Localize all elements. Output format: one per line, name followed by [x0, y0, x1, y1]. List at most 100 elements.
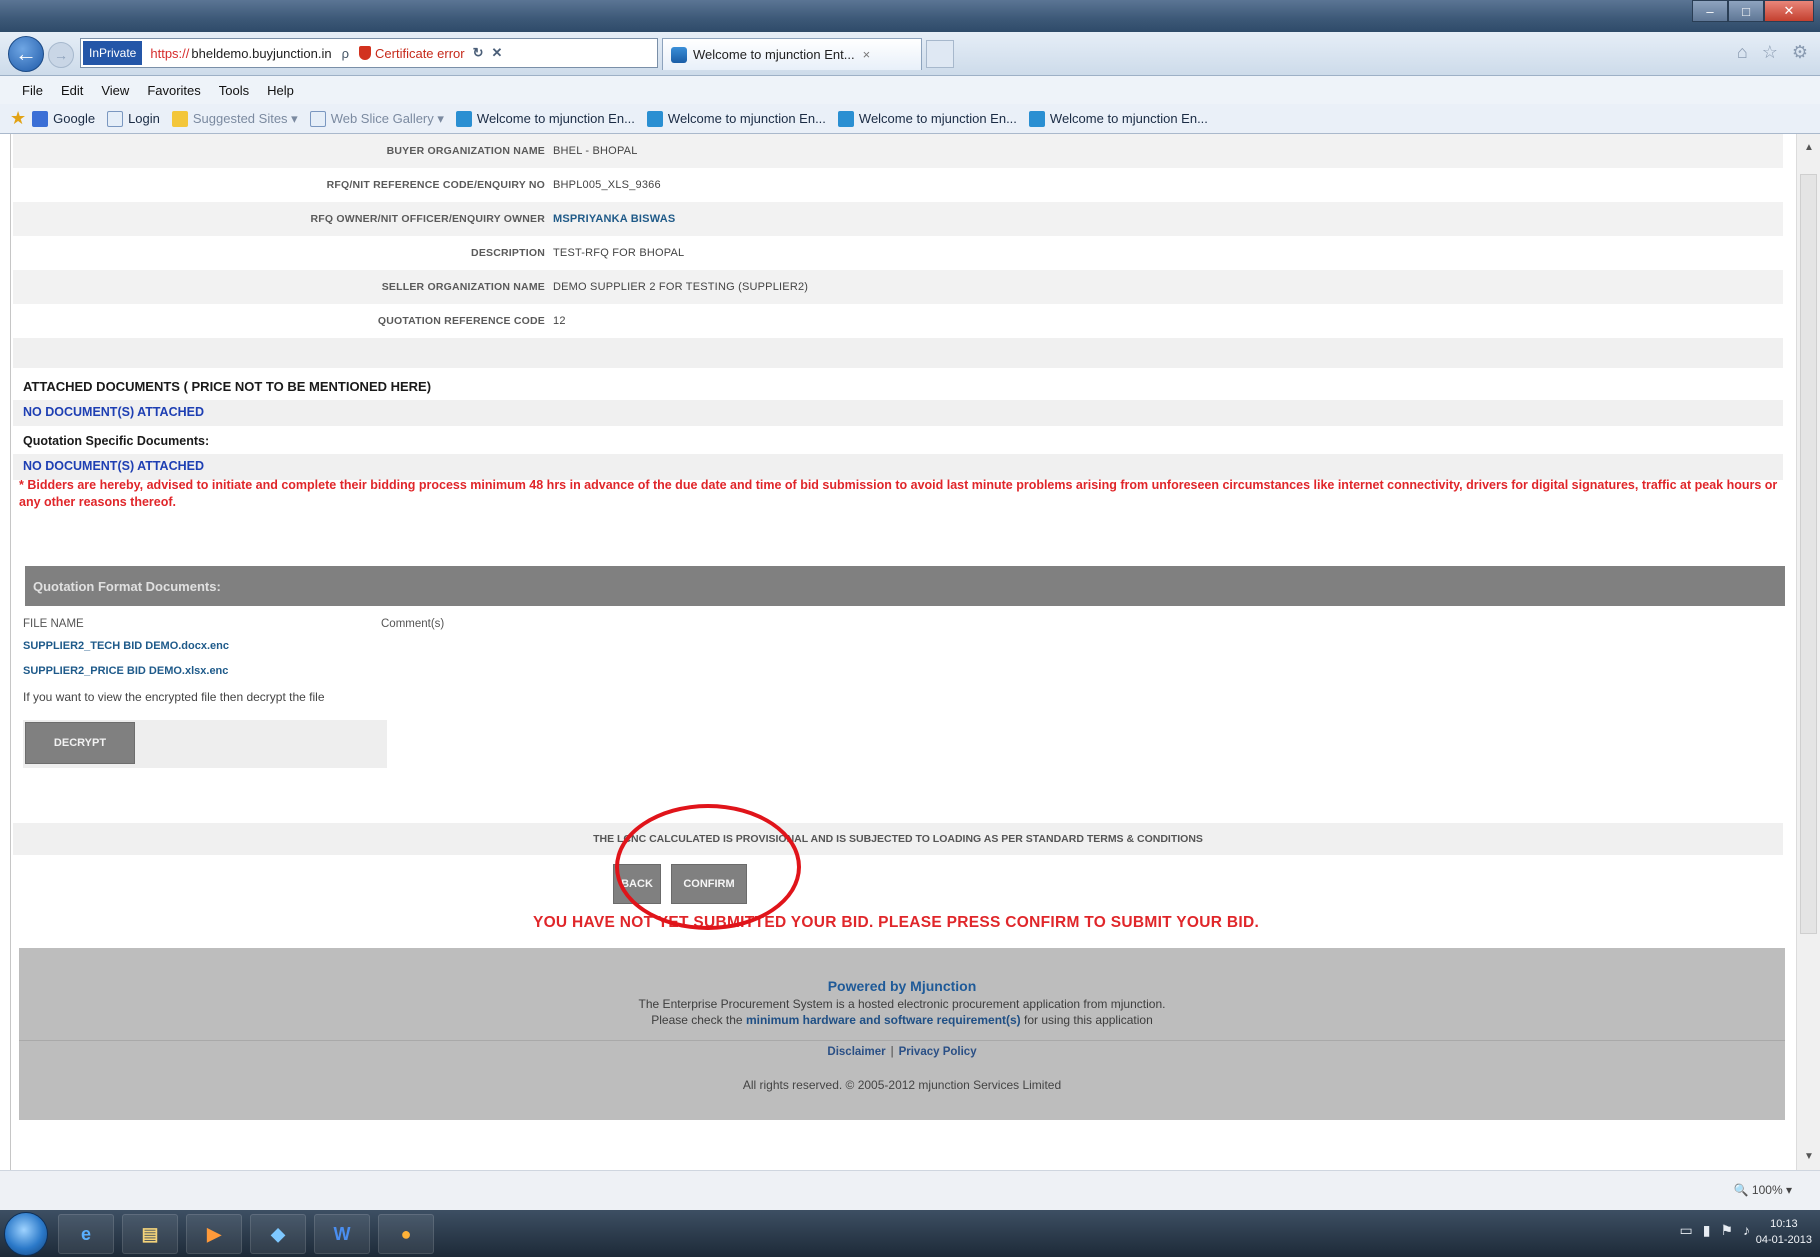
detail-label: DESCRIPTION	[471, 247, 545, 259]
fav-google[interactable]: Google	[32, 110, 96, 127]
detail-value: BHEL - BHOPAL	[553, 145, 638, 157]
app-icon[interactable]: ●	[378, 1214, 434, 1254]
tab-close-icon[interactable]: ×	[863, 47, 871, 62]
detail-value: 12	[553, 315, 566, 327]
flag-icon[interactable]: ⚑	[1720, 1222, 1733, 1239]
decrypt-hint: If you want to view the encrypted file t…	[23, 690, 325, 704]
zoom-level[interactable]: 🔍 100% ▾	[1734, 1183, 1792, 1197]
close-button[interactable]: ✕	[1764, 0, 1814, 22]
decrypt-button[interactable]: DECRYPT	[25, 722, 135, 764]
fav-label: Suggested Sites ▾	[192, 110, 298, 126]
no-documents-attached: NO DOCUMENT(S) ATTACHED	[23, 405, 204, 419]
menu-file[interactable]: File	[22, 83, 43, 98]
forward-arrow-icon[interactable]: →	[48, 42, 74, 68]
menu-edit[interactable]: Edit	[61, 83, 83, 98]
scroll-thumb[interactable]	[1800, 174, 1817, 934]
windows-icon[interactable]: ◆	[250, 1214, 306, 1254]
menu-help[interactable]: Help	[267, 83, 294, 98]
favorites-star-icon[interactable]: ☆	[1762, 42, 1778, 63]
stop-icon[interactable]: ✕	[492, 45, 503, 61]
maximize-button[interactable]: □	[1728, 0, 1764, 22]
minimize-button[interactable]: –	[1692, 0, 1728, 22]
ie-favicon-icon	[671, 46, 687, 63]
home-icon[interactable]: ⌂	[1737, 42, 1748, 63]
link-separator: |	[890, 1046, 894, 1058]
tab-title: Welcome to mjunction Ent...	[693, 47, 855, 62]
suggested-sites-icon	[171, 110, 188, 127]
search-icon[interactable]: ρ	[342, 46, 349, 61]
quotation-format-documents-header: Quotation Format Documents:	[25, 566, 1785, 606]
footer-divider	[19, 1040, 1785, 1041]
file-name-column-header: FILE NAME	[23, 618, 84, 630]
lcnc-notice: THE LCNC CALCULATED IS PROVISIONAL AND I…	[13, 823, 1783, 855]
new-tab-button[interactable]	[926, 40, 954, 68]
file-link-tech-bid[interactable]: SUPPLIER2_TECH BID DEMO.docx.enc	[23, 640, 229, 652]
mjunction-icon	[455, 110, 472, 127]
quotation-specific-documents: Quotation Specific Documents:	[23, 434, 210, 448]
battery-icon[interactable]: ▭	[1679, 1222, 1692, 1239]
menu-favorites[interactable]: Favorites	[147, 83, 200, 98]
fav-label: Google	[53, 111, 96, 126]
address-bar[interactable]: InPrivate https:// bheldemo.buyjunction.…	[80, 38, 658, 68]
start-button[interactable]	[4, 1212, 48, 1256]
navigation-bar: ← → InPrivate https:// bheldemo.buyjunct…	[0, 32, 1820, 76]
detail-value: BHPL005_XLS_9366	[553, 179, 661, 191]
req-prefix: Please check the	[651, 1013, 746, 1027]
certificate-error[interactable]: Certificate error	[359, 46, 465, 61]
req-suffix: for using this application	[1020, 1013, 1153, 1027]
window-titlebar: – □ ✕	[0, 0, 1820, 32]
google-icon	[32, 110, 49, 127]
internet-explorer-icon[interactable]: e	[58, 1214, 114, 1254]
copyright: All rights reserved. © 2005-2012 mjuncti…	[742, 1078, 1062, 1092]
comments-column-header: Comment(s)	[381, 618, 445, 630]
fav-label: Web Slice Gallery ▾	[330, 110, 444, 126]
browser-tools: ⌂ ☆ ⚙	[1737, 42, 1808, 63]
scroll-up-icon[interactable]: ▲	[1803, 142, 1815, 153]
file-explorer-icon[interactable]: ▤	[122, 1214, 178, 1254]
fav-mjunction-3[interactable]: Welcome to mjunction En...	[837, 110, 1017, 127]
disclaimer-link[interactable]: Disclaimer	[827, 1046, 885, 1058]
menu-view[interactable]: View	[101, 83, 129, 98]
fav-mjunction-2[interactable]: Welcome to mjunction En...	[646, 110, 826, 127]
favorites-star-icon[interactable]: ★	[10, 108, 26, 129]
tab-welcome[interactable]: Welcome to mjunction Ent... ×	[662, 38, 922, 70]
media-player-icon[interactable]: ▶	[186, 1214, 242, 1254]
detail-row-buyer-org: BUYER ORGANIZATION NAME BHEL - BHOPAL	[13, 134, 1783, 168]
powered-by: Powered by Mjunction	[827, 978, 977, 994]
fav-suggested-sites[interactable]: Suggested Sites ▾	[171, 110, 298, 127]
certificate-error-label: Certificate error	[375, 45, 465, 61]
mjunction-icon	[1028, 110, 1045, 127]
network-icon[interactable]: ▮	[1703, 1222, 1711, 1239]
fav-label: Welcome to mjunction En...	[1049, 111, 1208, 126]
gear-icon[interactable]: ⚙	[1792, 42, 1808, 63]
favorites-bar: ★ Google Login Suggested Sites ▾ Web Sli…	[0, 104, 1820, 134]
zoom-value: 100%	[1751, 1183, 1783, 1197]
rfq-owner-link[interactable]: MSPRIYANKA BISWAS	[553, 213, 675, 225]
refresh-icon[interactable]: ↻	[473, 45, 484, 61]
detail-label: RFQ/NIT REFERENCE CODE/ENQUIRY NO	[326, 179, 545, 191]
menu-tools[interactable]: Tools	[219, 83, 249, 98]
divider-strip	[13, 338, 1783, 368]
fav-login[interactable]: Login	[107, 110, 160, 127]
fav-label: Login	[128, 111, 160, 126]
bid-not-submitted-message: YOU HAVE NOT YET SUBMITTED YOUR BID. PLE…	[532, 914, 1260, 931]
volume-icon[interactable]: ♪	[1743, 1222, 1750, 1239]
file-link-price-bid[interactable]: SUPPLIER2_PRICE BID DEMO.xlsx.enc	[23, 665, 228, 677]
fav-label: Welcome to mjunction En...	[476, 111, 635, 126]
fav-mjunction-4[interactable]: Welcome to mjunction En...	[1028, 110, 1208, 127]
no-docs-strip	[13, 400, 1783, 426]
inprivate-badge: InPrivate	[83, 41, 143, 65]
scroll-down-icon[interactable]: ▼	[1803, 1151, 1815, 1162]
fav-web-slice-gallery[interactable]: Web Slice Gallery ▾	[309, 110, 444, 127]
no-documents-attached: NO DOCUMENT(S) ATTACHED	[23, 459, 204, 473]
back-arrow-icon[interactable]: ←	[8, 36, 44, 72]
clock[interactable]: 10:13 04-01-2013	[1756, 1216, 1812, 1248]
fav-mjunction-1[interactable]: Welcome to mjunction En...	[455, 110, 635, 127]
detail-row-quotation-code: QUOTATION REFERENCE CODE 12	[13, 304, 1783, 338]
word-icon[interactable]: W	[314, 1214, 370, 1254]
privacy-policy-link[interactable]: Privacy Policy	[899, 1046, 977, 1058]
requirements-link[interactable]: minimum hardware and software requiremen…	[746, 1013, 1021, 1027]
vertical-scrollbar[interactable]: ▲ ▼	[1796, 134, 1820, 1170]
word-glyph: W	[333, 1223, 351, 1244]
detail-row-rfq-owner: RFQ OWNER/NIT OFFICER/ENQUIRY OWNER MSPR…	[13, 202, 1783, 236]
